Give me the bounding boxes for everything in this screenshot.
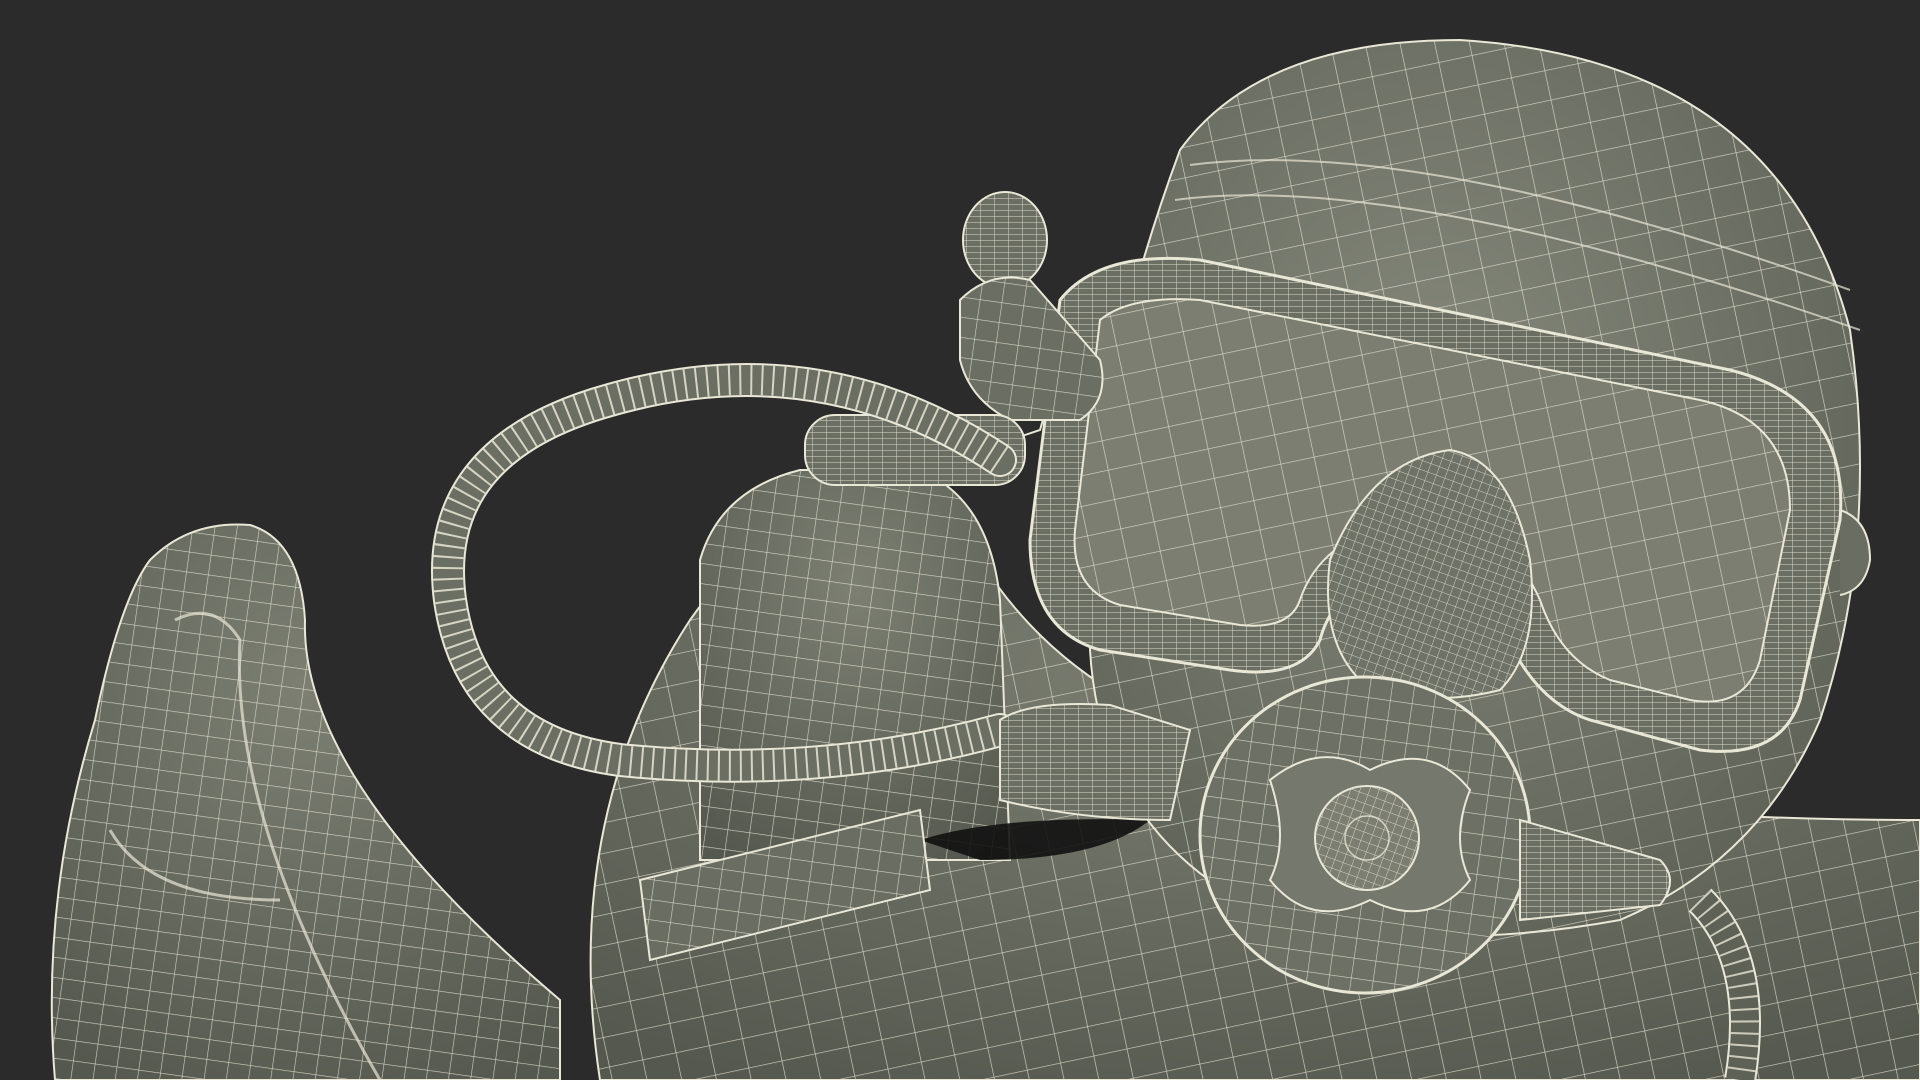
render-viewport	[0, 0, 1920, 1080]
wireframe-render	[0, 0, 1920, 1080]
air-tank	[699, 469, 1012, 861]
